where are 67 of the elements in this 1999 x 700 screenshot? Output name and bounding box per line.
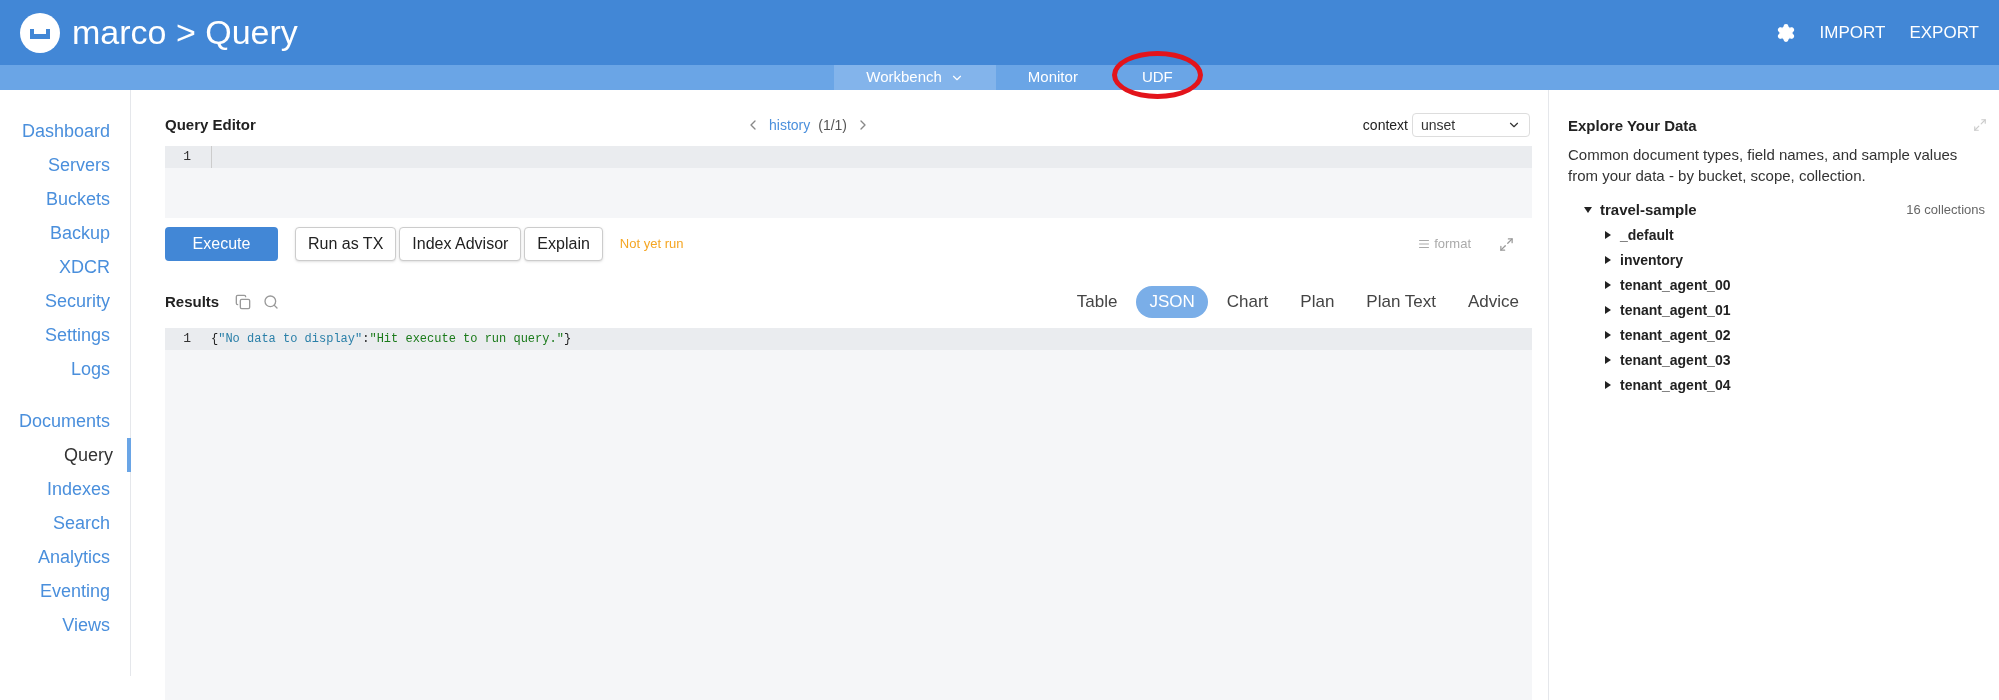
nav-tab[interactable]: Monitor — [995, 65, 1110, 90]
sidebar-item[interactable]: Views — [62, 608, 130, 642]
editor-title: Query Editor — [165, 114, 257, 135]
caret-right-icon[interactable] — [1604, 256, 1612, 264]
caret-right-icon[interactable] — [1604, 306, 1612, 314]
sidebar-item[interactable]: XDCR — [59, 250, 130, 284]
tree-item[interactable]: inventory — [1620, 249, 1683, 271]
header-action[interactable]: IMPORT — [1819, 19, 1886, 46]
caret-right-icon[interactable] — [1604, 356, 1612, 364]
header-action[interactable]: EXPORT — [1909, 19, 1979, 46]
status-text: Not yet run — [619, 235, 684, 254]
caret-right-icon[interactable] — [1604, 231, 1612, 239]
result-view-tab[interactable]: Plan — [1287, 286, 1348, 318]
action-button[interactable]: Explain — [524, 227, 603, 261]
sidebar-item[interactable]: Security — [44, 284, 130, 318]
action-button[interactable]: Execute — [165, 227, 278, 261]
action-button[interactable]: Run as TX — [295, 227, 397, 261]
tree-item[interactable]: _default — [1620, 224, 1674, 246]
result-view-tab[interactable]: Table — [1063, 286, 1131, 318]
tree-item[interactable]: tenant_agent_04 — [1620, 374, 1731, 396]
format-link[interactable]: format — [1434, 234, 1471, 254]
caret-right-icon[interactable] — [1604, 281, 1612, 289]
search-icon[interactable] — [263, 294, 280, 310]
tree-item[interactable]: tenant_agent_03 — [1620, 349, 1731, 371]
sidebar-item[interactable]: Query — [63, 438, 131, 472]
app-title: marco > Query — [72, 12, 298, 53]
copy-icon[interactable] — [235, 294, 252, 310]
sidebar-item[interactable]: Backup — [49, 216, 130, 250]
nav-tab[interactable]: Workbench — [834, 65, 996, 90]
tree-item[interactable]: tenant_agent_00 — [1620, 274, 1731, 296]
result-view-tab[interactable]: Advice — [1454, 286, 1532, 318]
expand-icon[interactable] — [1499, 236, 1514, 252]
results-title: Results — [165, 291, 220, 312]
line-number: 1 — [182, 330, 192, 349]
tree-item[interactable]: travel-sample — [1600, 198, 1697, 222]
sidebar-item[interactable]: Search — [52, 506, 130, 540]
result-view-tab[interactable]: JSON — [1136, 286, 1208, 318]
tree-item[interactable]: tenant_agent_01 — [1620, 299, 1731, 321]
caret-right-icon[interactable] — [1604, 331, 1612, 339]
action-button[interactable]: Index Advisor — [399, 227, 522, 261]
logo-icon — [20, 12, 60, 53]
history-count: (1/1) — [818, 115, 848, 135]
sidebar-item[interactable]: Analytics — [37, 540, 130, 574]
history-link[interactable]: history — [769, 114, 811, 136]
tree-item[interactable]: tenant_agent_02 — [1620, 324, 1731, 346]
context-label: context — [1362, 115, 1408, 135]
result-view-tab[interactable]: Plan Text — [1353, 286, 1449, 318]
sidebar-item[interactable]: Indexes — [46, 472, 130, 506]
sidebar-item[interactable]: Settings — [44, 318, 130, 352]
settings-icon[interactable] — [1775, 22, 1796, 43]
sidebar-item[interactable]: Servers — [48, 148, 130, 182]
explore-title: Explore Your Data — [1568, 116, 1697, 136]
nav-tab[interactable]: UDF — [1109, 65, 1205, 90]
sidebar-item[interactable]: Documents — [18, 404, 130, 438]
sidebar-item[interactable]: Dashboard — [21, 114, 130, 148]
sidebar-item[interactable]: Buckets — [45, 182, 130, 216]
sidebar-item[interactable]: Logs — [70, 352, 130, 386]
result-view-tab[interactable]: Chart — [1213, 286, 1282, 318]
code-line: {"No data to display":"Hit execute to run query."} — [211, 331, 572, 348]
collection-count: 16 collections — [1906, 201, 1985, 220]
line-number: 1 — [182, 148, 192, 167]
caret-down-icon[interactable] — [1584, 206, 1592, 214]
query-editor[interactable]: 1 — [165, 146, 1532, 218]
sidebar-item[interactable]: Eventing — [39, 574, 130, 608]
context-select[interactable]: unset — [1412, 113, 1530, 137]
explore-description: Common document types, field names, and sample values from your data - by bucket, scope, collection. — [1568, 144, 1959, 186]
caret-right-icon[interactable] — [1604, 381, 1612, 389]
